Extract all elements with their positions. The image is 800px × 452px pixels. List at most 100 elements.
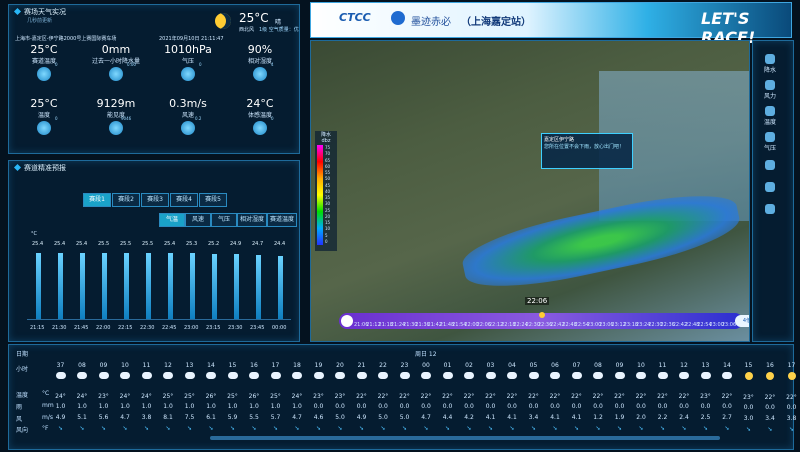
hour-column: 15 25° 1.0 5.9 ➘ — [222, 362, 243, 432]
rain-value: 0.0 — [786, 404, 797, 411]
hour-label: 12 — [164, 362, 172, 369]
tab-segment-4[interactable]: 赛段4 — [170, 193, 198, 207]
rail-item-image[interactable] — [750, 182, 790, 193]
bar-x-label: 21:30 — [52, 325, 67, 331]
wind-direction-icon: ➘ — [229, 425, 236, 432]
bar-x-label: 21:45 — [74, 325, 89, 331]
hourly-scrollbar[interactable] — [210, 436, 720, 440]
wind-icon — [181, 121, 195, 135]
hour-label: 00 — [422, 362, 430, 369]
tab-segment-1[interactable]: 赛段1 — [83, 193, 111, 207]
location-popup[interactable]: 嘉定区伊宁路 您所在位置不会下雨，放心出门吧！ — [541, 133, 633, 169]
wind-direction-icon: ➘ — [595, 425, 601, 432]
cloud-icon — [227, 372, 238, 379]
hour-column: 02 22° 0.0 4.2 ➘ — [459, 362, 480, 432]
temp-value: 22° — [506, 393, 518, 400]
timeline-tick[interactable]: 23:06 — [722, 322, 736, 328]
hour-label: 05 — [529, 362, 538, 369]
subtab-track-temp[interactable]: 赛道温度 — [267, 213, 297, 227]
hour-label: 06 — [551, 362, 559, 369]
wind-direction-icon: ➘ — [466, 425, 472, 432]
bar-value-label: 25.4 — [32, 241, 44, 247]
tab-segment-2[interactable]: 赛段2 — [112, 193, 140, 207]
hour-column: 14 22° 0.0 2.7 ➘ — [717, 362, 738, 432]
cloud-icon — [464, 372, 474, 379]
hour-column: 09 22° 0.0 1.9 ➘ — [609, 362, 630, 432]
hour-column: 12 25° 1.0 8.1 ➘ — [158, 362, 179, 432]
hour-label: 20 — [336, 362, 344, 369]
wind-direction-icon: ➘ — [186, 425, 193, 432]
hour-column: 05 22° 0.0 3.4 ➘ — [523, 362, 544, 432]
play-button[interactable] — [341, 315, 353, 327]
wind-direction-icon: ➘ — [423, 425, 429, 432]
bar-value-label: 24.4 — [274, 241, 286, 247]
subtab-humidity[interactable]: 相对湿度 — [237, 213, 267, 227]
rain-value: 1.0 — [141, 403, 152, 410]
cloud-icon — [421, 372, 431, 379]
cloud-icon — [614, 372, 625, 379]
moon-icon — [787, 372, 796, 380]
radar-map[interactable]: 降水 dbz 75 70 65 60 55 50 45 40 35 30 25 20 15 10 5 0 嘉定… — [310, 40, 750, 342]
moji-logo-icon — [391, 11, 405, 25]
cloud-icon — [55, 372, 66, 379]
subtab-temp[interactable]: 气温 — [159, 213, 185, 227]
tab-segment-5[interactable]: 赛段5 — [199, 193, 227, 207]
hour-column: 16 22° 0.0 3.4 ➘ — [760, 362, 781, 433]
feels-like-tile: 24°C 体感温度 — [225, 97, 295, 135]
forecast-bar — [79, 253, 85, 319]
forecast-bar — [57, 253, 63, 319]
cloud-icon — [141, 372, 152, 379]
rail-item-lightning[interactable] — [750, 160, 790, 171]
temp-value: 25°C — [30, 97, 58, 110]
rain-value: 1.0 — [227, 403, 238, 410]
temp-value: 22° — [528, 393, 539, 400]
speed-toggle[interactable]: 4倍 — [735, 315, 749, 327]
rail-item-temp[interactable]: 温度 — [750, 106, 790, 126]
rain-value: 0.0 — [421, 403, 431, 410]
wind-direction-icon: ➘ — [79, 425, 85, 432]
wind-direction-icon: ➘ — [509, 425, 515, 432]
legend-values: 75 70 65 60 55 50 45 40 35 30 25 20 15 10 5 0 — [325, 145, 337, 245]
temp-value: 22° — [635, 393, 647, 400]
row-label-winddir: 风向 — [16, 427, 29, 434]
bar-value-labels: 25.4 25.4 25.4 25.5 25.5 25.5 25.4 25.3 25.2 24.9… — [27, 241, 291, 249]
rail-item-globe[interactable] — [750, 204, 790, 215]
image-icon — [765, 182, 775, 192]
cloud-icon — [657, 372, 668, 379]
hour-label: 15 — [228, 362, 237, 369]
subtab-pressure[interactable]: 气压 — [211, 213, 237, 227]
popup-text: 您所在位置不会下雨，放心出门吧！ — [544, 144, 625, 150]
small-value: 0.2 — [195, 116, 202, 121]
rail-item-pressure[interactable]: 气压 — [750, 132, 790, 152]
hour-column: 10 24° 1.0 4.7 ➘ — [115, 362, 136, 432]
small-value: 0 — [271, 116, 274, 121]
wind-value: 7.5 — [184, 414, 195, 421]
legend-value: 10 — [325, 226, 331, 232]
hour-label: 22 — [379, 362, 387, 369]
temp-value: 26° — [205, 393, 217, 400]
brand-name: 墨迹赤必 — [411, 17, 451, 28]
bar-x-label: 22:00 — [96, 325, 111, 331]
forecast-bar — [277, 255, 283, 319]
subtab-wind[interactable]: 风速 — [185, 213, 211, 227]
hour-label: 13 — [701, 362, 710, 369]
humidity-icon — [253, 67, 267, 81]
wind-value: 4.1 — [550, 414, 560, 421]
tab-segment-3[interactable]: 赛段3 — [141, 193, 169, 207]
rail-item-wind[interactable]: 风力 — [750, 80, 790, 100]
wind-direction-icon: ➘ — [57, 425, 64, 432]
timeline-handle[interactable] — [539, 312, 545, 318]
wind-value: 4.7 — [292, 414, 302, 421]
cloud-icon — [679, 372, 689, 379]
hour-label: 18 — [293, 362, 301, 369]
wind-value: 3.8 — [786, 415, 797, 422]
feels-like-label: 体感温度 — [247, 112, 272, 119]
cloud-icon — [98, 372, 109, 379]
temp-label: 温度 — [37, 112, 50, 119]
moon-icon — [215, 13, 231, 29]
rain-value: 0.0 — [636, 403, 646, 410]
ctcc-logo: CTCC — [339, 11, 371, 24]
small-value: 0 — [55, 116, 58, 121]
rail-item-rain[interactable]: 降水 — [750, 54, 790, 74]
hour-column: 09 23° 1.0 5.6 ➘ — [93, 362, 114, 432]
